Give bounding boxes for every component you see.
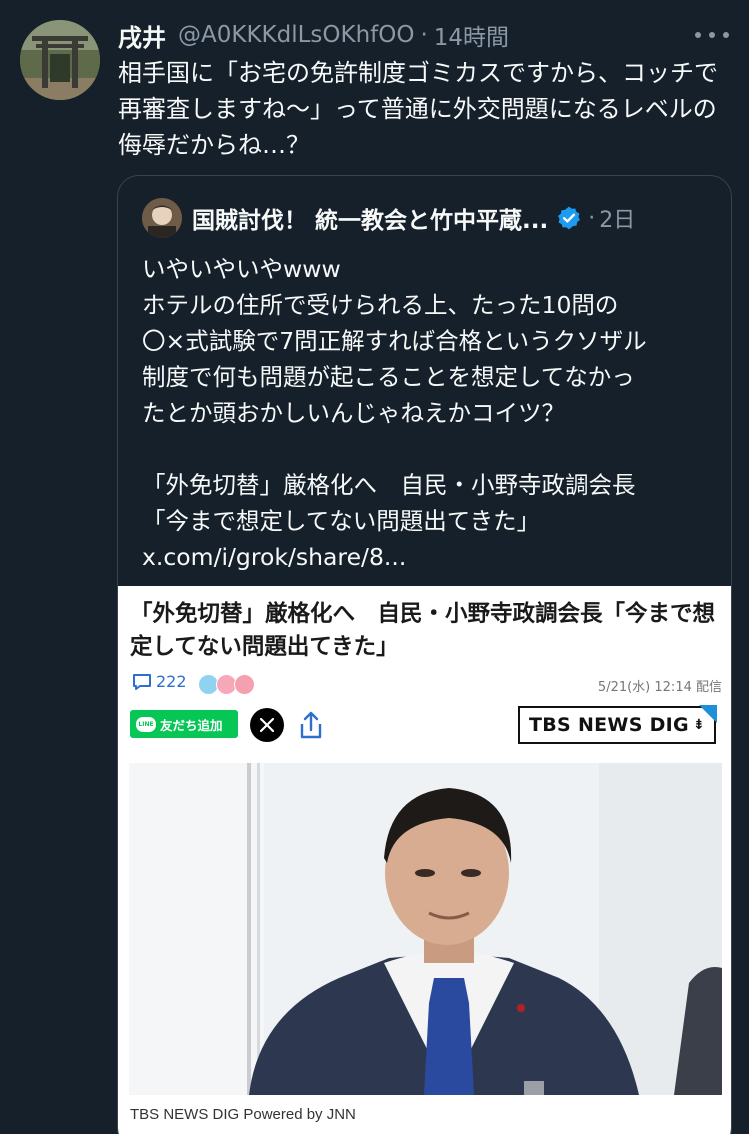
quoted-line: 制度で何も問題が起こることを想定してなかっ — [142, 363, 635, 391]
article-date: 5/21(水) 12:14 配信 — [597, 680, 722, 695]
tweet-header: 戌井 @A0KKKdlLsOKhfOO · 14時間 — [118, 18, 730, 52]
separator-dot: · — [420, 22, 428, 48]
avatar[interactable] — [20, 20, 100, 100]
quoted-line: ホテルの住所で受けられる上、たった10問の — [142, 291, 619, 319]
line-logo-icon: LINE — [136, 716, 156, 732]
photo-caption: TBS NEWS DIG Powered by JNN — [130, 1106, 356, 1123]
quoted-timestamp[interactable]: 2日 — [599, 202, 635, 234]
verified-badge-icon — [558, 206, 581, 230]
reaction-face-icon — [234, 674, 255, 695]
quoted-line: たとか頭おかしいんじゃねえかコイツ？ — [142, 399, 565, 427]
comment-icon — [133, 673, 151, 690]
article-screenshot: 「外免切替」厳格化へ 自民・小野寺政調会長「今まで想定してない問題出てきた」 2… — [118, 586, 731, 1134]
more-dots-icon[interactable] — [695, 22, 729, 48]
quoted-avatar[interactable] — [142, 198, 182, 238]
reaction-faces — [198, 674, 255, 695]
x-logo-icon — [250, 708, 284, 742]
quoted-link[interactable]: x.com/i/grok/share/8... — [142, 539, 722, 575]
quoted-text: いやいやいやwww ホテルの住所で受けられる上、たった10問の 〇×式試験で7問… — [142, 251, 722, 575]
line-button-label: 友だち追加 — [160, 717, 223, 733]
line-add-friend-button: LINE 友だち追加 — [130, 710, 238, 738]
comment-count-value: 222 — [156, 672, 187, 691]
quoted-line: 「外免切替」厳格化へ 自民・小野寺政調会長 — [142, 471, 636, 499]
comment-count: 222 — [132, 672, 187, 691]
display-name[interactable]: 戌井 — [118, 18, 166, 53]
quoted-line — [142, 431, 722, 467]
share-icon — [300, 711, 322, 739]
timestamp[interactable]: 14時間 — [434, 18, 509, 52]
quoted-line: 〇×式試験で7問正解すれば合格というクソザル — [142, 327, 647, 355]
quoted-display-name[interactable]: 国賊討伐！ 統一教会と竹中平蔵... — [192, 201, 548, 235]
share-bar: LINE 友だち追加 TBS NEWS DIG ⇟ — [130, 705, 720, 746]
user-handle[interactable]: @A0KKKdlLsOKhfOO — [178, 22, 414, 48]
article-headline: 「外免切替」厳格化へ 自民・小野寺政調会長「今まで想定してない問題出てきた」 — [130, 601, 716, 660]
separator-dot: · — [588, 205, 596, 231]
quoted-line: いやいやいやwww — [142, 255, 341, 283]
tbs-news-dig-logo: TBS NEWS DIG ⇟ — [518, 705, 717, 744]
article-meta: 222 5/21(水) 12:14 配信 — [132, 672, 722, 698]
quoted-tweet[interactable]: 国賊討伐！ 統一教会と竹中平蔵... · 2日 いやいやいやwww ホテルの住所… — [117, 175, 732, 1134]
quoted-line: 「今まで想定してない問題出てきた」 — [142, 507, 541, 535]
quoted-header: 国賊討伐！ 統一教会と竹中平蔵... · 2日 — [192, 200, 635, 236]
tweet-text: 相手国に「お宅の免許制度ゴミカスですから、コッチで再審査しますね〜」って普通に外… — [118, 59, 718, 159]
brand-name: TBS NEWS DIG — [529, 714, 689, 736]
article-photo — [129, 763, 722, 1095]
